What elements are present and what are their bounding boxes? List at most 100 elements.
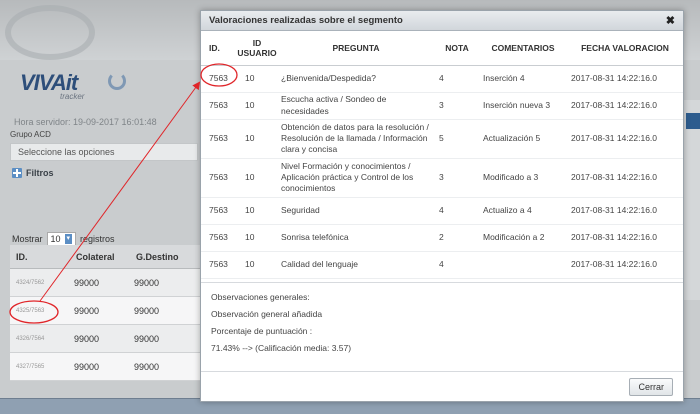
row-date: 2017-08-31 14:22:16.0 xyxy=(567,197,683,225)
row-nota: 4 xyxy=(435,251,479,279)
row-question: Nivel Formación y conocimientos / Aplica… xyxy=(277,158,435,198)
observations-section: Observaciones generales: Observación gen… xyxy=(201,282,683,363)
row-id: 7563 xyxy=(201,251,237,279)
table-row: 7563 10 Calidad del lenguaje 4 2017-08-3… xyxy=(201,251,683,279)
table-row: 7563 10 Obtención de datos para la resol… xyxy=(201,119,683,159)
row-date: 2017-08-31 14:22:16.0 xyxy=(567,224,683,252)
row-id: 4324/7562 xyxy=(16,279,45,286)
segments-table: ID. Colateral G.Destino 4324/7562 99000 … xyxy=(10,245,200,381)
table-row: 7563 10 Seguridad 4 Actualizo a 4 2017-0… xyxy=(201,197,683,225)
show-prefix: Mostrar xyxy=(12,234,43,244)
row-date: 2017-08-31 14:22:16.0 xyxy=(567,158,683,198)
row-nota: 4 xyxy=(435,65,479,93)
filters-label: Filtros xyxy=(26,168,54,178)
background-right-panel xyxy=(683,100,700,300)
row-date: 2017-08-31 14:22:16.0 xyxy=(567,92,683,120)
table-row[interactable]: 4326/7564 99000 99000 xyxy=(10,325,200,353)
row-comment: Actualizo a 4 xyxy=(479,197,567,225)
row-user: 10 xyxy=(237,158,277,198)
table-row: 7563 10 Sonrisa telefónica 2 Modificació… xyxy=(201,224,683,252)
row-nota: 4 xyxy=(435,197,479,225)
row-comment: Modificación a 2 xyxy=(479,224,567,252)
row-destino: 99000 xyxy=(134,305,160,316)
table-row[interactable]: 4324/7562 99000 99000 xyxy=(10,269,200,297)
row-date: 2017-08-31 14:22:16.0 xyxy=(567,119,683,159)
row-destino: 99000 xyxy=(134,333,160,344)
plus-icon xyxy=(12,168,22,178)
row-question: Sonrisa telefónica xyxy=(277,224,435,252)
table-row: 7563 10 ¿Bienvenida/Despedida? 4 Inserci… xyxy=(201,65,683,93)
row-user: 10 xyxy=(237,224,277,252)
row-id: 7563 xyxy=(201,224,237,252)
row-date: 2017-08-31 14:22:16.0 xyxy=(567,251,683,279)
group-acd-select[interactable]: Seleccione las opciones xyxy=(10,143,198,161)
col-user-header: ID USUARIO xyxy=(237,31,277,66)
row-colateral: 99000 xyxy=(74,333,100,344)
logo-swirl-icon xyxy=(108,72,126,90)
score-label: Porcentaje de puntuación : xyxy=(211,326,313,336)
page-size-value: 10 xyxy=(50,234,61,244)
row-question: Escucha activa / Sondeo de necesidades xyxy=(277,92,435,120)
col-destino-header[interactable]: G.Destino xyxy=(130,252,200,262)
segments-table-header: ID. Colateral G.Destino xyxy=(10,245,200,269)
dialog-title: Valoraciones realizadas sobre el segment… xyxy=(209,15,403,26)
group-acd-label: Grupo ACD xyxy=(10,130,51,139)
background-right-tab[interactable] xyxy=(686,113,700,129)
row-id: 7563 xyxy=(201,65,237,93)
col-id-header[interactable]: ID. xyxy=(10,252,70,262)
row-date: 2017-08-31 14:22:16.0 xyxy=(567,65,683,93)
row-colateral: 99000 xyxy=(74,277,100,288)
row-id: 7563 xyxy=(201,197,237,225)
row-comment xyxy=(479,251,567,279)
row-question: Calidad del lenguaje xyxy=(277,251,435,279)
row-user: 10 xyxy=(237,119,277,159)
row-comment: Inserción 4 xyxy=(479,65,567,93)
row-destino: 99000 xyxy=(134,361,160,372)
observations-label: Observaciones generales: xyxy=(211,292,310,302)
col-comments-header: COMENTARIOS xyxy=(479,31,567,66)
row-comment: Inserción nueva 3 xyxy=(479,92,567,120)
row-comment: Actualización 5 xyxy=(479,119,567,159)
row-nota: 2 xyxy=(435,224,479,252)
table-row[interactable]: 4327/7565 99000 99000 xyxy=(10,353,200,381)
table-row[interactable]: 4325/7563 99000 99000 xyxy=(10,297,200,325)
chevron-down-icon: ▾ xyxy=(64,234,73,244)
valoraciones-table: ID. ID USUARIO PREGUNTA NOTA COMENTARIOS… xyxy=(201,31,683,279)
row-nota: 3 xyxy=(435,158,479,198)
dialog-footer: Cerrar xyxy=(201,371,683,401)
col-question-header: PREGUNTA xyxy=(277,31,435,66)
page-size-select[interactable]: 10 ▾ xyxy=(46,232,77,246)
row-user: 10 xyxy=(237,92,277,120)
row-nota: 5 xyxy=(435,119,479,159)
row-nota: 3 xyxy=(435,92,479,120)
col-colateral-header[interactable]: Colateral xyxy=(70,252,130,262)
table-row: 7563 10 Nivel Formación y conocimientos … xyxy=(201,158,683,198)
row-user: 10 xyxy=(237,197,277,225)
page-size-control: Mostrar 10 ▾ registros xyxy=(12,232,115,246)
logo-subtext: tracker xyxy=(60,92,85,101)
row-comment: Modificado a 3 xyxy=(479,158,567,198)
score-text: 71.43% --> (Calificación media: 3.57) xyxy=(211,343,352,353)
row-id: 7563 xyxy=(201,92,237,120)
observations-text: Observación general añadida xyxy=(211,309,323,319)
dialog-header: Valoraciones realizadas sobre el segment… xyxy=(201,11,683,31)
row-id: 4326/7564 xyxy=(16,335,45,342)
row-question: ¿Bienvenida/Despedida? xyxy=(277,65,435,93)
row-id: 4325/7563 xyxy=(16,307,45,314)
row-user: 10 xyxy=(237,65,277,93)
row-user: 10 xyxy=(237,251,277,279)
valoraciones-dialog: Valoraciones realizadas sobre el segment… xyxy=(200,10,684,402)
row-question: Seguridad xyxy=(277,197,435,225)
col-id-header: ID. xyxy=(201,31,237,66)
filters-toggle[interactable]: Filtros xyxy=(12,168,54,178)
close-button[interactable]: Cerrar xyxy=(629,378,673,396)
row-id: 7563 xyxy=(201,158,237,198)
col-date-header: FECHA VALORACION xyxy=(567,31,683,66)
decorative-swirl xyxy=(5,5,95,60)
show-suffix: registros xyxy=(80,234,115,244)
row-colateral: 99000 xyxy=(74,361,100,372)
row-destino: 99000 xyxy=(134,277,160,288)
table-row: 7563 10 Escucha activa / Sondeo de neces… xyxy=(201,92,683,120)
vivait-logo: VIVAit tracker xyxy=(20,70,140,110)
close-icon[interactable]: ✖ xyxy=(666,14,675,27)
